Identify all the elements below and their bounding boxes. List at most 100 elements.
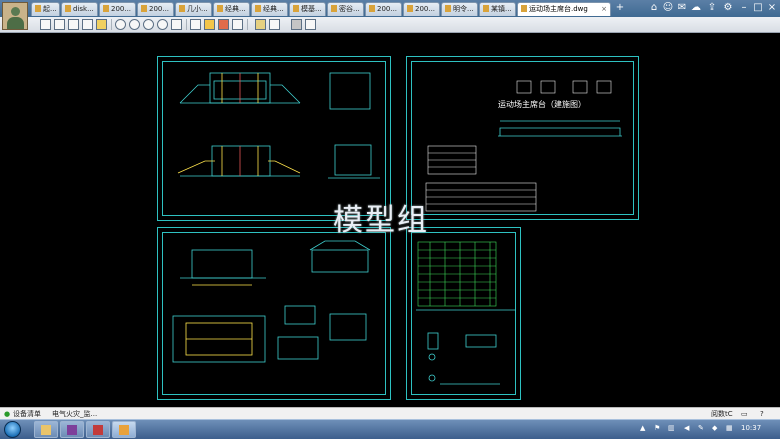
zoom-in-icon[interactable] <box>143 19 154 30</box>
compare-icon[interactable] <box>305 19 316 30</box>
drawing-title: 运动场主席台（建施图） <box>498 100 586 109</box>
tab-3[interactable]: 200... <box>137 2 174 16</box>
print-icon[interactable] <box>68 19 79 30</box>
layer-icon[interactable] <box>269 19 280 30</box>
file-icon <box>103 5 109 12</box>
tray-app-icon[interactable]: ◆ <box>712 424 717 432</box>
tab-1[interactable]: disk... <box>61 2 98 16</box>
settings-icon[interactable]: ⚙ <box>722 2 734 14</box>
taskbar-app-purple[interactable] <box>60 421 84 438</box>
cloud-icon[interactable]: ☁ <box>690 2 702 14</box>
close-window-button[interactable]: × <box>766 2 778 14</box>
measure-icon[interactable] <box>255 19 266 30</box>
help-icon[interactable]: ? <box>760 409 764 419</box>
file-icon <box>179 5 185 12</box>
tab-label: 某镇... <box>491 5 512 13</box>
tab-label: 200... <box>111 5 132 13</box>
new-tab-button[interactable]: + <box>614 2 626 14</box>
app-icon <box>67 425 77 435</box>
file-icon <box>369 5 375 12</box>
minimize-button[interactable]: – <box>738 2 750 14</box>
file-icon <box>255 5 261 12</box>
tab-label: 经典... <box>225 5 246 13</box>
watermark-text: 模型组 <box>333 203 429 238</box>
tab-label: disk... <box>73 5 94 13</box>
tab-5[interactable]: 经典... <box>213 2 250 16</box>
open-icon[interactable] <box>40 19 51 30</box>
tab-9[interactable]: 200... <box>365 2 402 16</box>
status-item-equipment[interactable]: 设备清单 <box>13 409 41 419</box>
home-icon[interactable]: ⌂ <box>648 2 660 14</box>
file-icon <box>407 5 413 12</box>
lock-icon[interactable] <box>96 19 107 30</box>
tray-ime-icon[interactable]: ▦ <box>726 424 733 432</box>
save-icon[interactable] <box>54 19 65 30</box>
tab-8[interactable]: 密谷... <box>327 2 364 16</box>
tab-label: 明令... <box>453 5 474 13</box>
message-icon[interactable]: ✉ <box>676 2 688 14</box>
tab-label: 密谷... <box>339 5 360 13</box>
start-button[interactable] <box>4 421 21 438</box>
tab-2[interactable]: 200... <box>99 2 136 16</box>
tab-6[interactable]: 经典... <box>251 2 288 16</box>
book-icon <box>93 425 103 435</box>
layout-icon[interactable] <box>291 19 302 30</box>
avatar[interactable] <box>2 2 28 30</box>
zoom-window-icon[interactable] <box>129 19 140 30</box>
tab-active-drawing[interactable]: 运动场主席台.dwg × <box>517 2 611 16</box>
tray-network-icon[interactable]: ▥ <box>668 424 675 432</box>
pan-icon[interactable] <box>115 19 126 30</box>
cad-icon <box>119 425 129 435</box>
pencil-icon[interactable] <box>204 19 215 30</box>
tab-0[interactable]: 起... <box>31 2 60 16</box>
tab-label: 起... <box>43 5 57 13</box>
dwg-file-icon <box>521 5 527 12</box>
status-item-fire[interactable]: 电气火灾_监... <box>52 409 97 419</box>
tab-7[interactable]: 模基... <box>289 2 326 16</box>
chat-icon[interactable]: ▭ <box>741 409 748 419</box>
tab-label: 模基... <box>301 5 322 13</box>
taskbar-clock[interactable]: 10:37 <box>741 424 761 432</box>
status-right-label[interactable]: 阅数tC <box>711 409 733 419</box>
tab-bar: 起... disk... 200... 200... 几小... 经典... 经… <box>0 0 780 17</box>
tab-label: 200... <box>149 5 170 13</box>
folder-icon <box>41 425 51 435</box>
close-tab-icon[interactable]: × <box>601 3 607 16</box>
tab-12[interactable]: 某镇... <box>479 2 516 16</box>
tab-label: 200... <box>377 5 398 13</box>
file-icon <box>65 5 71 12</box>
share-icon[interactable]: ⇪ <box>706 2 718 14</box>
zoom-extents-icon[interactable] <box>171 19 182 30</box>
line-icon[interactable] <box>232 19 243 30</box>
status-dot-icon: ● <box>4 410 11 418</box>
file-icon <box>141 5 147 12</box>
toolbar-separator <box>111 19 112 30</box>
user-icon[interactable]: ☺ <box>662 2 674 14</box>
file-icon <box>483 5 489 12</box>
tab-4[interactable]: 几小... <box>175 2 212 16</box>
tray-arrow-icon[interactable]: ▲ <box>640 424 645 432</box>
file-icon <box>293 5 299 12</box>
toolbar-separator <box>247 19 248 30</box>
tray-input-icon[interactable]: ✎ <box>698 424 704 432</box>
taskbar: ▲ ⚑ ▥ ◀ ✎ ◆ ▦ <box>0 419 780 439</box>
file-icon <box>35 5 41 12</box>
markup-icon[interactable] <box>218 19 229 30</box>
print-preview-icon[interactable] <box>82 19 93 30</box>
zoom-out-icon[interactable] <box>157 19 168 30</box>
tray-volume-icon[interactable]: ◀ <box>684 424 689 432</box>
text-icon[interactable] <box>190 19 201 30</box>
taskbar-app-books[interactable] <box>86 421 110 438</box>
avatar-body <box>7 17 24 29</box>
maximize-button[interactable]: □ <box>752 2 764 14</box>
tab-11[interactable]: 明令... <box>441 2 478 16</box>
taskbar-cad-viewer[interactable] <box>112 421 136 438</box>
avatar-head <box>11 7 20 16</box>
tab-label: 200... <box>415 5 436 13</box>
tab-label: 运动场主席台.dwg <box>529 5 588 13</box>
tray-flag-icon[interactable]: ⚑ <box>654 424 660 432</box>
taskbar-explorer[interactable] <box>34 421 58 438</box>
tab-label: 几小... <box>187 5 208 13</box>
tab-label: 经典... <box>263 5 284 13</box>
tab-10[interactable]: 200... <box>403 2 440 16</box>
